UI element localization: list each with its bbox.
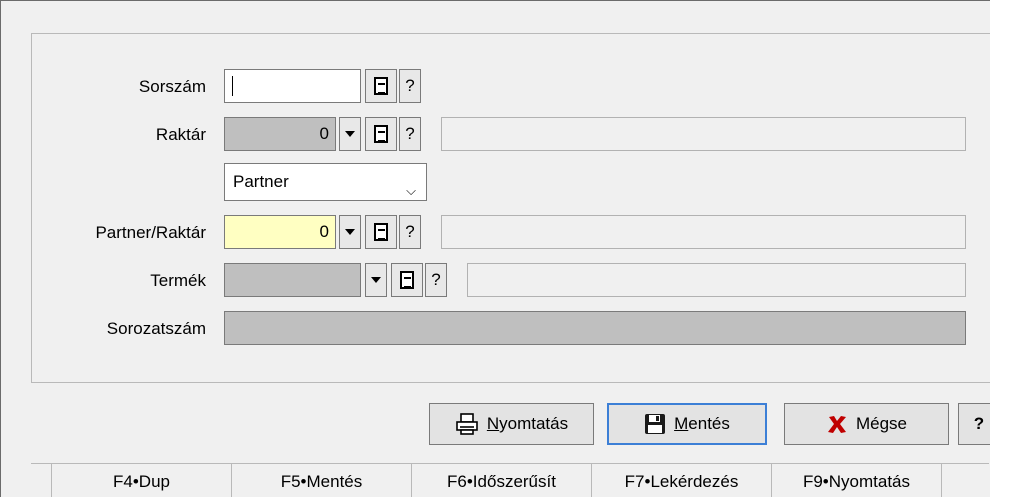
- sorszam-label: Sorszám: [138, 77, 206, 96]
- print-button-label: Nyomtatás: [487, 414, 568, 434]
- raktar-lookup-button[interactable]: [365, 117, 397, 151]
- chevron-down-icon: [345, 131, 355, 137]
- raktar-help-button[interactable]: ?: [399, 117, 421, 151]
- termek-input[interactable]: [224, 263, 361, 297]
- partner-raktar-lookup-button[interactable]: [365, 215, 397, 249]
- partner-raktar-dropdown-button[interactable]: [339, 215, 361, 249]
- print-button[interactable]: Nyomtatás: [429, 403, 594, 445]
- termek-lookup-button[interactable]: [391, 263, 423, 297]
- raktar-input[interactable]: 0: [224, 117, 336, 151]
- cancel-button[interactable]: Mégse: [784, 403, 949, 445]
- dialog-window: Sorszám ? Raktár 0 ? Partner ⌵ Partner/Ra…: [0, 0, 1009, 497]
- partner-raktar-label: Partner/Raktár: [95, 223, 206, 242]
- document-icon: [374, 77, 388, 95]
- termek-dropdown-button[interactable]: [365, 263, 387, 297]
- save-button-label: Mentés: [674, 414, 730, 434]
- sorszam-input[interactable]: [224, 69, 361, 103]
- function-key-bar: F4•Dup F5•Mentés F6•Időszerűsít F7•Lekér…: [31, 463, 989, 497]
- print-rest: yomtatás: [499, 414, 569, 433]
- fkey-f9-print[interactable]: F9•Nyomtatás: [771, 464, 941, 497]
- save-mnemonic: M: [674, 414, 689, 433]
- chevron-down-icon: ⌵: [406, 183, 416, 198]
- sorszam-lookup-button[interactable]: [365, 69, 397, 103]
- fkey-f6-refresh[interactable]: F6•Időszerűsít: [411, 464, 591, 497]
- printer-icon: [456, 413, 478, 435]
- sorozatszam-input: [224, 311, 966, 345]
- floppy-disk-icon: [645, 414, 666, 434]
- fkey-f5-save[interactable]: F5•Mentés: [231, 464, 411, 497]
- question-mark: ?: [405, 124, 415, 143]
- sorszam-help-button[interactable]: ?: [399, 69, 421, 103]
- document-icon: [400, 271, 414, 289]
- question-mark: ?: [431, 270, 441, 289]
- chevron-down-icon: [371, 277, 381, 283]
- termek-label: Termék: [150, 271, 206, 290]
- termek-name-field: [467, 263, 966, 297]
- partner-type-select[interactable]: Partner ⌵: [224, 163, 427, 201]
- save-button[interactable]: Mentés: [607, 403, 767, 445]
- question-mark: ?: [405, 76, 415, 95]
- raktar-name-field: [441, 117, 966, 151]
- sorozatszam-label: Sorozatszám: [106, 319, 206, 338]
- raktar-label: Raktár: [155, 125, 206, 144]
- print-mnemonic: N: [486, 414, 500, 433]
- document-icon: [374, 125, 388, 143]
- cancel-button-label: Mégse: [855, 414, 908, 433]
- text-caret: [232, 76, 233, 96]
- termek-help-button[interactable]: ?: [425, 263, 447, 297]
- question-mark: ?: [405, 222, 415, 241]
- fkey-spacer: [31, 464, 51, 497]
- chevron-down-icon: [345, 229, 355, 235]
- partner-type-selected-value: Partner: [233, 172, 289, 191]
- partner-raktar-help-button[interactable]: ?: [399, 215, 421, 249]
- fkey-f7-query[interactable]: F7•Lekérdezés: [591, 464, 771, 497]
- help-button-label: ?: [973, 414, 985, 433]
- fkey-f4-dup[interactable]: F4•Dup: [51, 464, 231, 497]
- partner-raktar-input[interactable]: 0: [224, 215, 336, 249]
- partner-raktar-name-field: [441, 215, 966, 249]
- close-x-icon: [827, 416, 846, 433]
- window-edge: [990, 0, 1009, 497]
- fkey-empty: [941, 464, 989, 497]
- raktar-dropdown-button[interactable]: [339, 117, 361, 151]
- document-icon: [374, 223, 388, 241]
- save-rest: entés: [688, 414, 730, 433]
